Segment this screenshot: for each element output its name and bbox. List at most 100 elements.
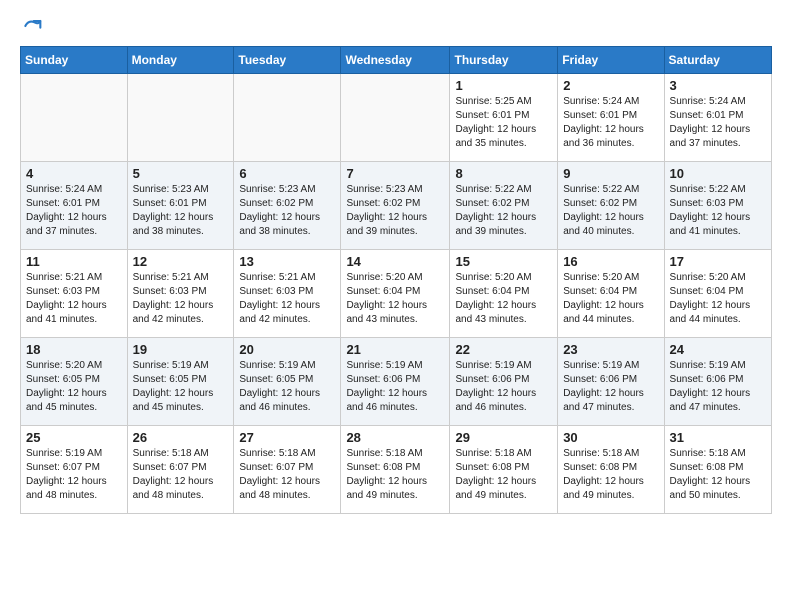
- calendar-day-cell: 10 Sunrise: 5:22 AM Sunset: 6:03 PM Dayli…: [664, 162, 771, 250]
- day-number: 8: [455, 166, 552, 181]
- header: [20, 16, 772, 36]
- day-number: 6: [239, 166, 335, 181]
- day-number: 11: [26, 254, 122, 269]
- calendar-day-cell: 1 Sunrise: 5:25 AM Sunset: 6:01 PM Daylig…: [450, 74, 558, 162]
- calendar-day-cell: 24Sunrise: 5:19 AM Sunset: 6:06 PM Dayli…: [664, 338, 771, 426]
- calendar-day-cell: 26Sunrise: 5:18 AM Sunset: 6:07 PM Dayli…: [127, 426, 234, 514]
- calendar-day-cell: 18 Sunrise: 5:20 AM Sunset: 6:05 PM Dayli…: [21, 338, 128, 426]
- calendar-week-row: 25 Sunrise: 5:19 AM Sunset: 6:07 PM Dayli…: [21, 426, 772, 514]
- day-info: Sunrise: 5:21 AM Sunset: 6:03 PM Dayligh…: [133, 271, 229, 327]
- calendar-day-cell: 8Sunrise: 5:22 AM Sunset: 6:02 PM Daylig…: [450, 162, 558, 250]
- weekday-header: Friday: [558, 47, 664, 74]
- calendar-day-cell: [21, 74, 128, 162]
- calendar-day-cell: 30 Sunrise: 5:18 AM Sunset: 6:08 PM Dayli…: [558, 426, 664, 514]
- day-number: 18: [26, 342, 122, 357]
- calendar-day-cell: 23 Sunrise: 5:19 AM Sunset: 6:06 PM Dayli…: [558, 338, 664, 426]
- logo: [20, 16, 42, 36]
- calendar-week-row: 4 Sunrise: 5:24 AM Sunset: 6:01 PM Daylig…: [21, 162, 772, 250]
- day-info: Sunrise: 5:18 AM Sunset: 6:08 PM Dayligh…: [346, 447, 444, 503]
- day-info: Sunrise: 5:19 AM Sunset: 6:05 PM Dayligh…: [133, 359, 229, 415]
- day-number: 16: [563, 254, 658, 269]
- calendar-header-row: SundayMondayTuesdayWednesdayThursdayFrid…: [21, 47, 772, 74]
- calendar-table: SundayMondayTuesdayWednesdayThursdayFrid…: [20, 46, 772, 514]
- day-number: 10: [670, 166, 766, 181]
- day-info: Sunrise: 5:19 AM Sunset: 6:07 PM Dayligh…: [26, 447, 122, 503]
- day-number: 28: [346, 430, 444, 445]
- calendar-day-cell: 28 Sunrise: 5:18 AM Sunset: 6:08 PM Dayli…: [341, 426, 450, 514]
- day-number: 12: [133, 254, 229, 269]
- day-number: 1: [455, 78, 552, 93]
- day-info: Sunrise: 5:19 AM Sunset: 6:06 PM Dayligh…: [563, 359, 658, 415]
- day-number: 21: [346, 342, 444, 357]
- day-number: 14: [346, 254, 444, 269]
- day-info: Sunrise: 5:19 AM Sunset: 6:06 PM Dayligh…: [346, 359, 444, 415]
- calendar-day-cell: [127, 74, 234, 162]
- calendar-day-cell: 31 Sunrise: 5:18 AM Sunset: 6:08 PM Dayli…: [664, 426, 771, 514]
- weekday-header: Tuesday: [234, 47, 341, 74]
- day-number: 4: [26, 166, 122, 181]
- day-number: 26: [133, 430, 229, 445]
- day-info: Sunrise: 5:20 AM Sunset: 6:04 PM Dayligh…: [670, 271, 766, 327]
- calendar-day-cell: 21 Sunrise: 5:19 AM Sunset: 6:06 PM Dayli…: [341, 338, 450, 426]
- day-number: 31: [670, 430, 766, 445]
- calendar-day-cell: 4 Sunrise: 5:24 AM Sunset: 6:01 PM Daylig…: [21, 162, 128, 250]
- calendar-day-cell: [341, 74, 450, 162]
- calendar-day-cell: 6 Sunrise: 5:23 AM Sunset: 6:02 PM Daylig…: [234, 162, 341, 250]
- day-number: 2: [563, 78, 658, 93]
- day-info: Sunrise: 5:20 AM Sunset: 6:04 PM Dayligh…: [455, 271, 552, 327]
- calendar-week-row: 11 Sunrise: 5:21 AM Sunset: 6:03 PM Dayli…: [21, 250, 772, 338]
- day-number: 3: [670, 78, 766, 93]
- calendar-day-cell: 16 Sunrise: 5:20 AM Sunset: 6:04 PM Dayli…: [558, 250, 664, 338]
- calendar-day-cell: 29 Sunrise: 5:18 AM Sunset: 6:08 PM Dayli…: [450, 426, 558, 514]
- weekday-header: Sunday: [21, 47, 128, 74]
- day-info: Sunrise: 5:19 AM Sunset: 6:06 PM Dayligh…: [455, 359, 552, 415]
- day-info: Sunrise: 5:22 AM Sunset: 6:02 PM Dayligh…: [563, 183, 658, 239]
- day-info: Sunrise: 5:18 AM Sunset: 6:08 PM Dayligh…: [455, 447, 552, 503]
- day-number: 30: [563, 430, 658, 445]
- calendar-day-cell: [234, 74, 341, 162]
- day-info: Sunrise: 5:19 AM Sunset: 6:05 PM Dayligh…: [239, 359, 335, 415]
- day-info: Sunrise: 5:25 AM Sunset: 6:01 PM Dayligh…: [455, 95, 552, 151]
- day-info: Sunrise: 5:20 AM Sunset: 6:04 PM Dayligh…: [346, 271, 444, 327]
- page: SundayMondayTuesdayWednesdayThursdayFrid…: [0, 0, 792, 530]
- calendar-day-cell: 27Sunrise: 5:18 AM Sunset: 6:07 PM Dayli…: [234, 426, 341, 514]
- calendar-day-cell: 11Sunrise: 5:21 AM Sunset: 6:03 PM Dayli…: [21, 250, 128, 338]
- day-number: 29: [455, 430, 552, 445]
- weekday-header: Saturday: [664, 47, 771, 74]
- day-number: 24: [670, 342, 766, 357]
- day-number: 23: [563, 342, 658, 357]
- day-number: 7: [346, 166, 444, 181]
- calendar-day-cell: 5 Sunrise: 5:23 AM Sunset: 6:01 PM Daylig…: [127, 162, 234, 250]
- day-number: 25: [26, 430, 122, 445]
- day-info: Sunrise: 5:22 AM Sunset: 6:03 PM Dayligh…: [670, 183, 766, 239]
- weekday-header: Wednesday: [341, 47, 450, 74]
- calendar-day-cell: 12 Sunrise: 5:21 AM Sunset: 6:03 PM Dayli…: [127, 250, 234, 338]
- calendar-day-cell: 15 Sunrise: 5:20 AM Sunset: 6:04 PM Dayli…: [450, 250, 558, 338]
- day-info: Sunrise: 5:20 AM Sunset: 6:04 PM Dayligh…: [563, 271, 658, 327]
- calendar-day-cell: 25 Sunrise: 5:19 AM Sunset: 6:07 PM Dayli…: [21, 426, 128, 514]
- day-info: Sunrise: 5:23 AM Sunset: 6:01 PM Dayligh…: [133, 183, 229, 239]
- day-info: Sunrise: 5:18 AM Sunset: 6:08 PM Dayligh…: [670, 447, 766, 503]
- calendar-day-cell: 13Sunrise: 5:21 AM Sunset: 6:03 PM Dayli…: [234, 250, 341, 338]
- day-info: Sunrise: 5:24 AM Sunset: 6:01 PM Dayligh…: [26, 183, 122, 239]
- day-info: Sunrise: 5:23 AM Sunset: 6:02 PM Dayligh…: [239, 183, 335, 239]
- calendar-day-cell: 19Sunrise: 5:19 AM Sunset: 6:05 PM Dayli…: [127, 338, 234, 426]
- day-number: 15: [455, 254, 552, 269]
- logo-icon: [22, 16, 42, 36]
- day-number: 22: [455, 342, 552, 357]
- calendar-day-cell: 22 Sunrise: 5:19 AM Sunset: 6:06 PM Dayli…: [450, 338, 558, 426]
- day-info: Sunrise: 5:18 AM Sunset: 6:08 PM Dayligh…: [563, 447, 658, 503]
- calendar-day-cell: 3Sunrise: 5:24 AM Sunset: 6:01 PM Daylig…: [664, 74, 771, 162]
- day-info: Sunrise: 5:21 AM Sunset: 6:03 PM Dayligh…: [239, 271, 335, 327]
- calendar-week-row: 1 Sunrise: 5:25 AM Sunset: 6:01 PM Daylig…: [21, 74, 772, 162]
- day-number: 20: [239, 342, 335, 357]
- calendar-day-cell: 14 Sunrise: 5:20 AM Sunset: 6:04 PM Dayli…: [341, 250, 450, 338]
- day-info: Sunrise: 5:20 AM Sunset: 6:05 PM Dayligh…: [26, 359, 122, 415]
- calendar-day-cell: 7Sunrise: 5:23 AM Sunset: 6:02 PM Daylig…: [341, 162, 450, 250]
- day-info: Sunrise: 5:24 AM Sunset: 6:01 PM Dayligh…: [563, 95, 658, 151]
- calendar-week-row: 18 Sunrise: 5:20 AM Sunset: 6:05 PM Dayli…: [21, 338, 772, 426]
- day-number: 5: [133, 166, 229, 181]
- calendar-day-cell: 9Sunrise: 5:22 AM Sunset: 6:02 PM Daylig…: [558, 162, 664, 250]
- calendar-day-cell: 17Sunrise: 5:20 AM Sunset: 6:04 PM Dayli…: [664, 250, 771, 338]
- weekday-header: Monday: [127, 47, 234, 74]
